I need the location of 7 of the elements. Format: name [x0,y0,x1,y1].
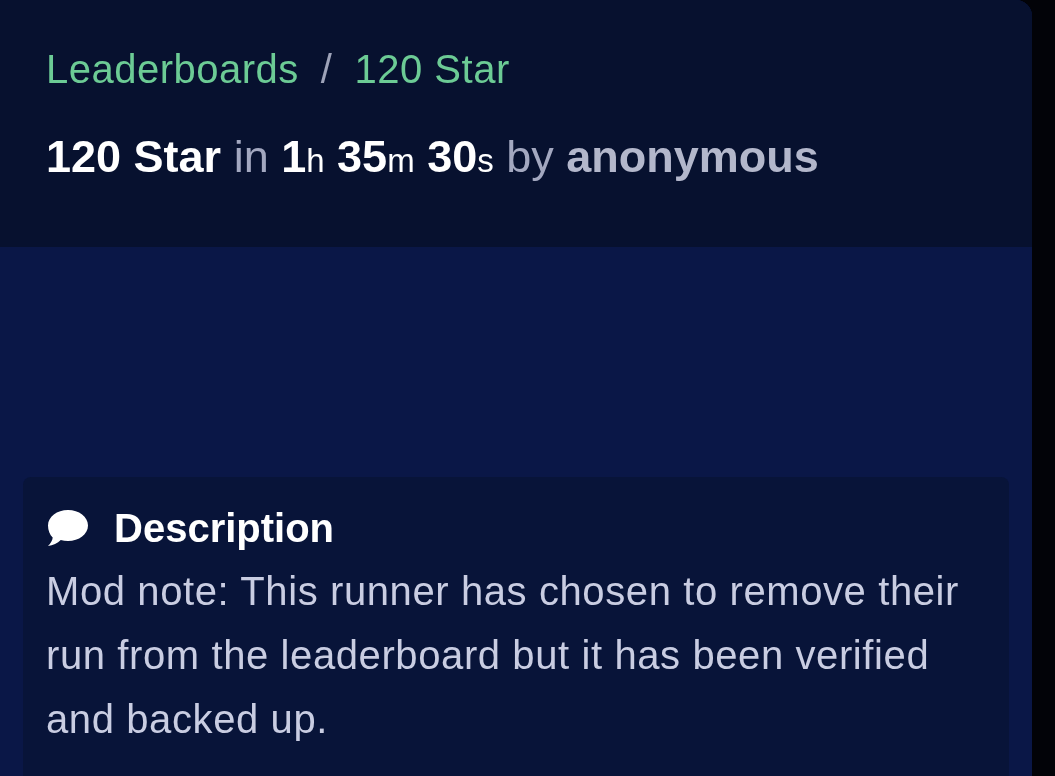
speech-bubble-icon [48,510,88,546]
breadcrumb-link[interactable]: 120 Star [354,42,510,96]
description-heading: Description [114,505,335,551]
run-title: 120 Star in 1h 35m 30s by anonymous [46,130,820,184]
breadcrumb-separator: / [320,46,333,93]
description-text: Mod note: This runner has chosen to remove their run from the leaderboard but it has been verified and backed up. [46,568,960,743]
breadcrumb-link[interactable]: Leaderboards [46,42,299,96]
